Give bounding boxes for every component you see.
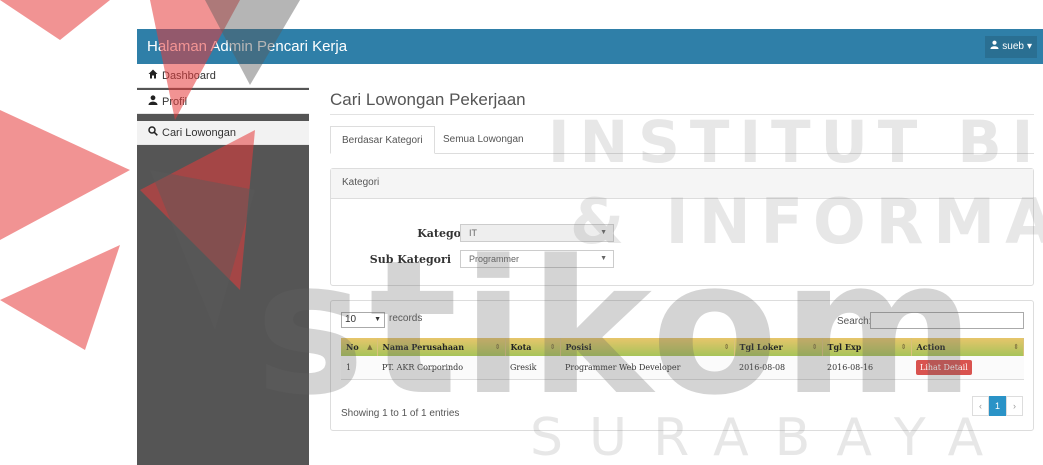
brand-title[interactable]: Halaman Admin Pencari Kerja (147, 38, 347, 55)
search-icon (148, 126, 158, 139)
sort-icon: ⇕ (723, 342, 730, 351)
cell-city: Gresik (505, 356, 560, 380)
tab-berdasar-kategori[interactable]: Berdasar Kategori (330, 126, 435, 154)
sub-kategori-select[interactable]: Programmer ▼ (460, 250, 614, 268)
user-icon (148, 95, 158, 108)
column-header-tgl-exp[interactable]: Tgl Exp ⇕ (822, 338, 912, 356)
kategori-select[interactable]: IT ▼ (460, 224, 614, 242)
column-header-no[interactable]: No ▲ (341, 338, 378, 356)
cell-no: 1 (341, 356, 377, 380)
sort-icon: ⇕ (494, 342, 501, 351)
tab-bar: Berdasar Kategori Semua Lowongan (330, 126, 1034, 154)
sort-icon: ⇕ (811, 342, 818, 351)
main-content: Cari Lowongan Pekerjaan Berdasar Kategor… (309, 64, 1043, 465)
pagination-next-button[interactable]: › (1006, 396, 1023, 416)
column-header-posisi[interactable]: Posisi ⇕ (560, 338, 735, 356)
column-header-kota[interactable]: Kota ⇕ (505, 338, 561, 356)
cell-tgl-exp: 2016-08-16 (822, 356, 911, 380)
screen: { "header": { "brand": "Halaman Admin Pe… (0, 0, 1043, 465)
table-header-row: No ▲ Nama Perusahaan ⇕ Kota ⇕ Posisi ⇕ Tgl L… (341, 338, 1024, 356)
sort-icon: ⇕ (900, 342, 907, 351)
sidebar-item-label: Dashboard (162, 69, 216, 82)
title-divider (330, 114, 1034, 115)
sub-kategori-label: Sub Kategori (369, 253, 451, 266)
search-input[interactable] (870, 312, 1024, 329)
sidebar-item-label: Profil (162, 95, 188, 108)
chevron-down-icon: ▼ (600, 229, 607, 236)
pagination-prev-button[interactable]: ‹ (972, 396, 989, 416)
cell-tgl-loker: 2016-08-08 (734, 356, 822, 380)
sidebar: Dashboard Profil Cari Lowongan (137, 64, 309, 465)
records-label: records (389, 313, 423, 324)
sort-icon: ⇕ (1013, 342, 1019, 351)
table-row: 1 PT. AKR Corporindo Gresik Programmer W… (341, 356, 1024, 380)
user-name: sueb (1002, 41, 1024, 52)
sidebar-item-dashboard[interactable]: Dashboard (137, 64, 309, 88)
sidebar-item-cari-lowongan[interactable]: Cari Lowongan (137, 121, 309, 145)
home-icon (148, 69, 158, 82)
search-label: Search: (837, 316, 872, 327)
chevron-down-icon: ▾ (1026, 41, 1032, 52)
lihat-detail-button[interactable]: Lihat Detail (916, 359, 972, 375)
sidebar-item-label: Cari Lowongan (162, 126, 236, 139)
sort-asc-icon: ▲ (367, 342, 373, 351)
cell-action: Lihat Detail (911, 356, 1024, 380)
sub-kategori-selected-value: Programmer (469, 254, 520, 264)
job-table: No ▲ Nama Perusahaan ⇕ Kota ⇕ Posisi ⇕ Tgl L… (341, 338, 1024, 380)
top-navbar: Halaman Admin Pencari Kerja sueb ▾ (137, 29, 1043, 64)
tab-semua-lowongan[interactable]: Semua Lowongan (432, 126, 535, 154)
user-menu[interactable]: sueb ▾ (985, 36, 1037, 58)
pagination: ‹ 1 › (972, 396, 1023, 416)
sort-icon: ⇕ (549, 342, 556, 351)
page-title: Cari Lowongan Pekerjaan (330, 90, 526, 109)
chevron-down-icon: ▼ (600, 255, 607, 262)
column-header-action[interactable]: Action ⇕ (911, 338, 1024, 356)
cell-position: Programmer Web Developer (560, 356, 734, 380)
pagination-page-1[interactable]: 1 (989, 396, 1006, 416)
page-length-select[interactable]: 10 ▼ (341, 312, 385, 328)
chevron-down-icon: ▼ (374, 316, 381, 323)
job-table-panel: 10 ▼ records Search: No ▲ Nama Perusahaan… (330, 300, 1034, 431)
page-length-value: 10 (345, 314, 357, 325)
category-filter-panel: Kategori Kategori IT ▼ Sub Kategori Prog… (330, 168, 1034, 286)
kategori-label: Kategori (417, 227, 471, 240)
panel-heading: Kategori (331, 169, 1033, 199)
kategori-selected-value: IT (469, 228, 477, 238)
sidebar-item-profil[interactable]: Profil (137, 90, 309, 114)
cell-company: PT. AKR Corporindo (377, 356, 505, 380)
table-info: Showing 1 to 1 of 1 entries (341, 408, 460, 419)
user-icon (990, 36, 999, 58)
column-header-nama-perusahaan[interactable]: Nama Perusahaan ⇕ (377, 338, 506, 356)
column-header-tgl-loker[interactable]: Tgl Loker ⇕ (734, 338, 823, 356)
